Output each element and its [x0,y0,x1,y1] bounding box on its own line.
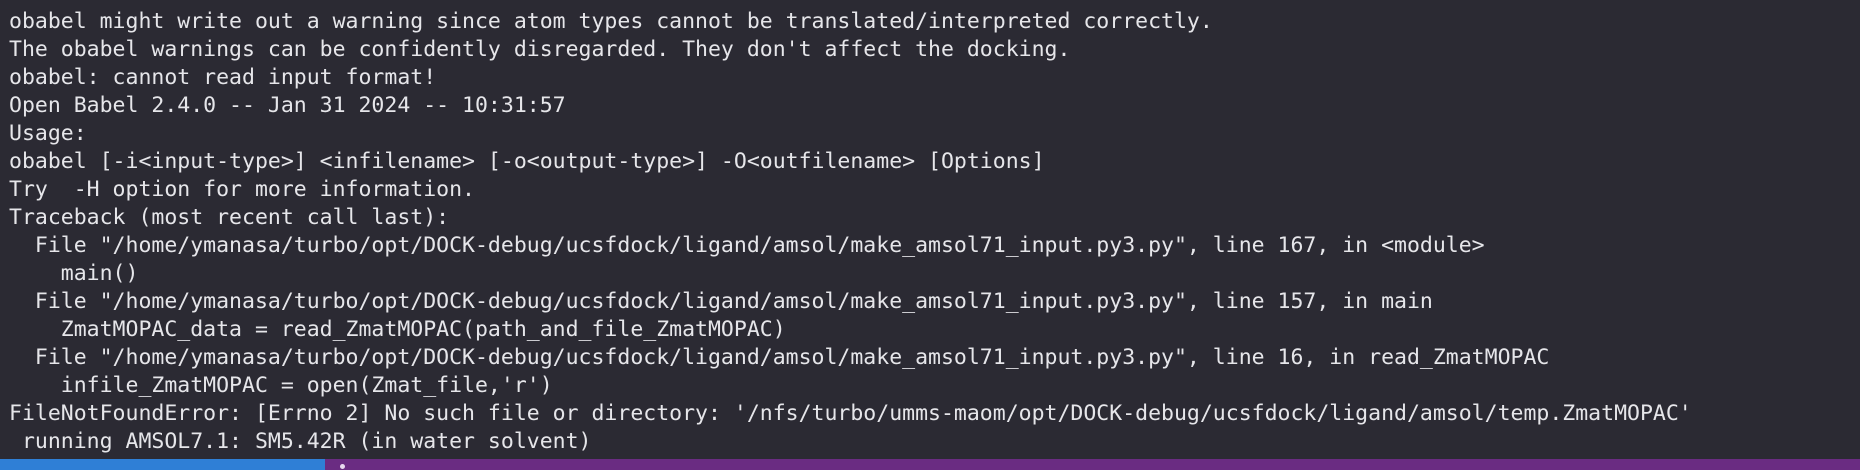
terminal-line: File "/home/ymanasa/turbo/opt/DOCK-debug… [9,345,1550,370]
terminal-output[interactable]: obabel might write out a warning since a… [0,0,1860,458]
terminal-line: Traceback (most recent call last): [9,205,450,230]
terminal-line: File "/home/ymanasa/turbo/opt/DOCK-debug… [9,233,1485,258]
terminal-line: Usage: [9,121,87,146]
terminal-lines: obabel might write out a warning since a… [0,0,1860,456]
status-dot-icon [340,464,345,469]
terminal-line: Open Babel 2.4.0 -- Jan 31 2024 -- 10:31… [9,93,566,118]
terminal-line: ZmatMOPAC_data = read_ZmatMOPAC(path_and… [9,317,786,342]
status-bar [0,459,1860,470]
terminal-line: File "/home/ymanasa/turbo/opt/DOCK-debug… [9,289,1433,314]
terminal-line: obabel [-i<input-type>] <infilename> [-o… [9,149,1045,174]
terminal-line: obabel: cannot read input format! [9,65,437,90]
terminal-line: main() [9,261,139,286]
terminal-line: FileNotFoundError: [Errno 2] No such fil… [9,401,1692,426]
terminal-line: running AMSOL7.1: SM5.42R (in water solv… [9,429,592,454]
status-bar-remote-indicator[interactable] [0,459,325,470]
terminal-line: obabel might write out a warning since a… [9,9,1213,34]
terminal-line: infile_ZmatMOPAC = open(Zmat_file,'r') [9,373,553,398]
terminal-line: The obabel warnings can be confidently d… [9,37,1071,62]
terminal-line: Try -H option for more information. [9,177,475,202]
